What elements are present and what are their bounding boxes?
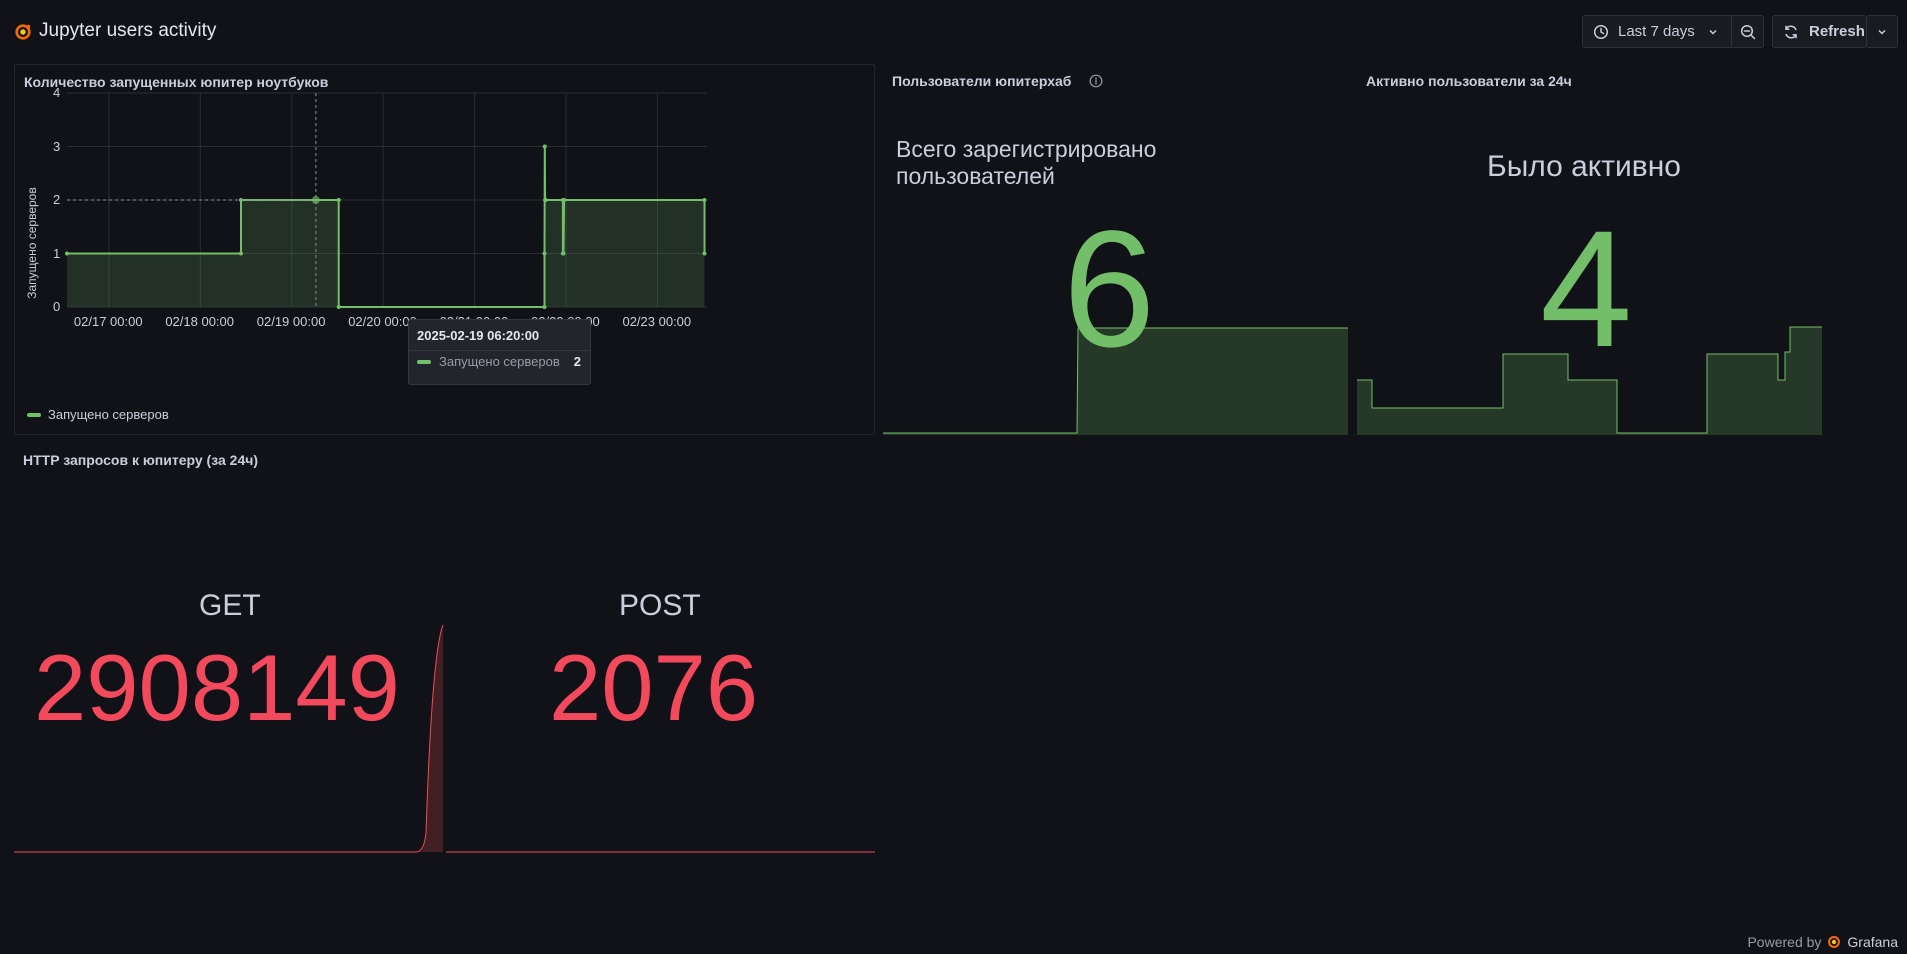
data-point[interactable] [336, 198, 341, 202]
powered-by-text: Powered by [1747, 934, 1822, 950]
stat-value: 4 [1540, 197, 1633, 382]
stat-label-line2: пользователей [896, 163, 1055, 189]
data-point[interactable] [65, 251, 69, 256]
footer: Powered by Grafana [1747, 934, 1898, 950]
data-point[interactable] [542, 305, 547, 309]
tooltip-series: Запущено серверов [439, 354, 560, 369]
tooltip-time: 2025-02-19 06:20:00 [417, 328, 540, 343]
data-point[interactable] [561, 251, 566, 256]
chevron-down-icon [1878, 29, 1886, 35]
y-axis-label: Запущено серверов [25, 187, 39, 299]
stat-label: Всего зарегистрировано пользователей [896, 136, 1156, 190]
chart-tooltip: 2025-02-19 06:20:00 Запущено серверов 2 [408, 319, 591, 385]
data-point[interactable] [542, 144, 547, 149]
zoom-out-button[interactable] [1731, 15, 1764, 48]
legend-item[interactable]: Запущено серверов [27, 407, 169, 422]
data-point[interactable] [702, 198, 707, 202]
tooltip-value: 2 [573, 354, 581, 369]
x-tick-label: 02/19 00:00 [256, 314, 326, 329]
x-tick-label: 02/20 00:00 [348, 314, 417, 329]
legend-label: Запущено серверов [48, 407, 169, 422]
y-tick-label: 3 [53, 138, 61, 154]
data-point[interactable] [543, 198, 548, 202]
post-value: 2076 [549, 635, 759, 740]
time-range-label: Last 7 days [1618, 23, 1695, 40]
post-label: POST [619, 589, 701, 622]
refresh-button[interactable]: Refresh [1772, 15, 1867, 48]
active-users-stat-panel: Активно пользователи за 24ч Было активно… [1357, 64, 1822, 435]
data-point[interactable] [238, 251, 243, 256]
y-tick-label: 1 [53, 245, 61, 261]
stat-value: 6 [1063, 197, 1156, 382]
grafana-brand-link[interactable]: Grafana [1847, 934, 1898, 950]
legend-swatch [27, 412, 41, 417]
series-area [67, 146, 705, 307]
y-tick-label: 0 [53, 299, 61, 314]
notebooks-timeseries-panel: Количество запущенных юпитер ноутбуков З… [14, 64, 875, 435]
grafana-logo-icon [1828, 936, 1841, 948]
get-value: 2908149 [34, 635, 400, 740]
chevron-down-icon [1709, 29, 1717, 35]
y-tick-label: 2 [53, 192, 61, 207]
get-label: GET [199, 589, 261, 622]
zoom-out-icon [1740, 24, 1755, 39]
http-requests-stat-panel: HTTP запросов к юпитеру (за 24ч) GET 290… [14, 443, 875, 855]
data-point[interactable] [562, 198, 567, 202]
refresh-interval-dropdown[interactable] [1866, 15, 1898, 48]
data-point[interactable] [336, 305, 341, 309]
clock-icon [1593, 24, 1609, 39]
data-point[interactable] [542, 251, 547, 256]
dashboard-header: Jupyter users activity Last 7 days Refre… [0, 0, 1907, 64]
x-tick-label: 02/17 00:00 [73, 314, 143, 329]
dashboard-title: Jupyter users activity [39, 20, 217, 41]
grafana-logo-icon[interactable] [14, 23, 32, 41]
refresh-label: Refresh [1809, 23, 1865, 40]
stat-label: Было активно [1487, 150, 1681, 183]
refresh-icon [1785, 24, 1797, 39]
x-tick-label: 02/18 00:00 [165, 314, 235, 329]
time-range-picker[interactable]: Last 7 days [1582, 15, 1734, 48]
hover-point [311, 196, 320, 204]
y-tick-label: 4 [53, 85, 61, 100]
x-tick-label: 02/23 00:00 [622, 314, 692, 329]
data-point[interactable] [702, 251, 707, 256]
users-stat-panel: Пользователи юпитерхаб Всего зарегистрир… [883, 64, 1348, 435]
stat-label-line1: Всего зарегистрировано [896, 136, 1157, 162]
